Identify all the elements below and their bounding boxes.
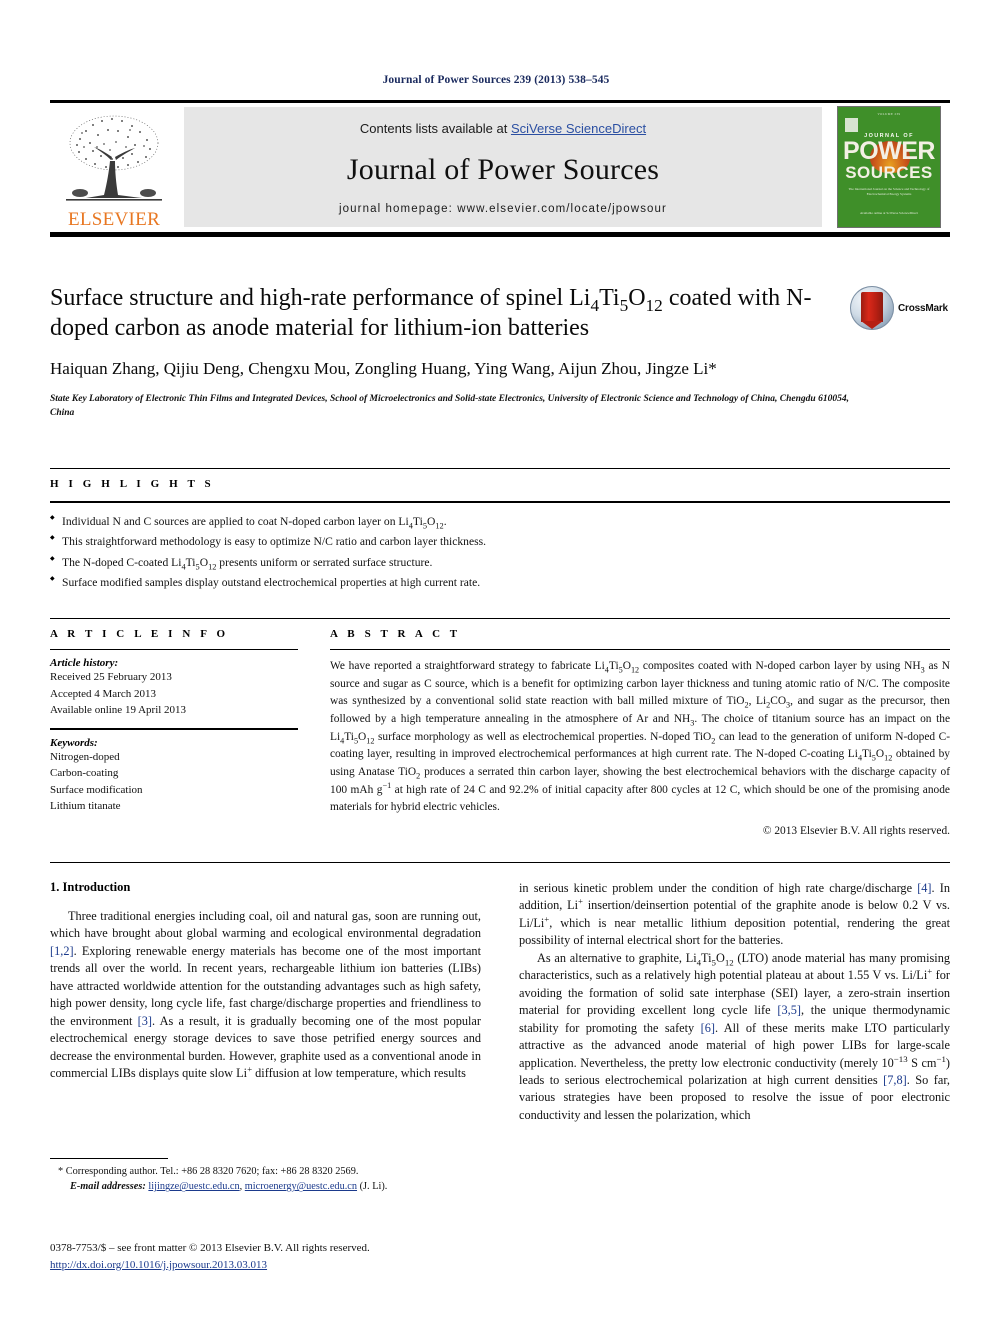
- crossmark-book-icon: [861, 292, 883, 329]
- email-link-primary[interactable]: lijingze@uestc.edu.cn: [148, 1181, 239, 1192]
- title-block: Surface structure and high-rate performa…: [50, 283, 950, 421]
- list-item: Surface modified samples display outstan…: [50, 573, 950, 593]
- section-heading-introduction: 1. Introduction: [50, 880, 131, 894]
- footnote-rule: [50, 1158, 168, 1159]
- paper-page: Journal of Power Sources 239 (2013) 538–…: [0, 0, 992, 1323]
- cover-elsevier-mark-icon: [845, 118, 858, 132]
- journal-title: Journal of Power Sources: [346, 152, 660, 186]
- journal-masthead: ELSEVIER Contents lists available at Sci…: [50, 100, 950, 237]
- masthead-center-panel: Contents lists available at SciVerse Sci…: [184, 107, 822, 227]
- keywords-label: Keywords:: [50, 736, 98, 749]
- cover-footer: Available online at SciVerse ScienceDire…: [859, 210, 919, 215]
- citation-ref[interactable]: [4]: [917, 881, 931, 895]
- article-history-received: Received 25 February 2013: [50, 671, 172, 683]
- doi-link[interactable]: http://dx.doi.org/10.1016/j.jpowsour.201…: [50, 1259, 267, 1271]
- issn-copyright-line: 0378-7753/$ – see front matter © 2013 El…: [50, 1242, 370, 1254]
- body-top-rule: [50, 862, 950, 863]
- contents-prefix: Contents lists available at: [359, 121, 511, 136]
- running-head: Journal of Power Sources 239 (2013) 538–…: [382, 74, 610, 86]
- abstract-text: We have reported a straightforward strat…: [330, 660, 951, 814]
- footnote-block: * Corresponding author. Tel.: +86 28 832…: [50, 1158, 481, 1195]
- imprint-block: 0378-7753/$ – see front matter © 2013 El…: [50, 1240, 570, 1274]
- citation-ref[interactable]: [7,8]: [883, 1073, 907, 1087]
- right-column: in serious kinetic problem under the con…: [519, 880, 950, 1124]
- abstract-rule: [330, 649, 950, 650]
- journal-homepage[interactable]: journal homepage: www.elsevier.com/locat…: [339, 203, 667, 215]
- list-item: Individual N and C sources are applied t…: [50, 512, 950, 532]
- crossmark-icon: [850, 286, 894, 330]
- abstract-section: A B S T R A C T We have reported a strai…: [330, 628, 950, 837]
- citation-ref[interactable]: [3,5]: [777, 1003, 801, 1017]
- elsevier-logo: ELSEVIER: [50, 103, 178, 231]
- body-columns: 1. Introduction Three traditional energi…: [50, 880, 950, 1124]
- keyword-item: Surface modification: [50, 783, 143, 796]
- keyword-item: Lithium titanate: [50, 800, 121, 812]
- affiliation: State Key Laboratory of Electronic Thin …: [50, 394, 849, 419]
- highlights-heading: H I G H L I G H T S: [50, 478, 215, 490]
- page-title: Surface structure and high-rate performa…: [50, 285, 812, 342]
- paragraph: As an alternative to graphite, Li4Ti5O12…: [519, 950, 951, 1122]
- author-list: Haiquan Zhang, Qijiu Deng, Chengxu Mou, …: [50, 358, 717, 378]
- citation-ref[interactable]: [6]: [701, 1021, 715, 1035]
- highlights-rule: [50, 501, 950, 503]
- corresponding-author-note: * Corresponding author. Tel.: +86 28 832…: [58, 1166, 359, 1177]
- article-info-rule-1: [50, 649, 298, 650]
- paragraph: in serious kinetic problem under the con…: [519, 881, 950, 948]
- highlights-list: Individual N and C sources are applied t…: [50, 512, 950, 593]
- cover-issue-bar: VOLUME 239: [877, 112, 901, 116]
- article-info-rule-2: [50, 727, 298, 730]
- citation-ref[interactable]: [1,2]: [50, 944, 74, 958]
- contents-available-line: Contents lists available at SciVerse Sci…: [360, 121, 646, 136]
- cover-power-word: POWER: [843, 137, 935, 165]
- article-info-section: A R T I C L E I N F O Article history: R…: [50, 628, 298, 815]
- citation-ref[interactable]: [3]: [138, 1014, 152, 1028]
- keyword-item: Nitrogen-doped: [50, 750, 120, 763]
- journal-cover: VOLUME 239 JOURNAL OF POWER SOURCES The …: [828, 103, 950, 231]
- crossmark-badge-group[interactable]: CrossMark: [850, 284, 950, 332]
- masthead-bottom-rule: [50, 232, 950, 237]
- article-history-online: Available online 19 April 2013: [50, 704, 187, 716]
- crossmark-label: CrossMark: [898, 302, 948, 314]
- email-label: E-mail addresses:: [70, 1181, 146, 1193]
- email-suffix: (J. Li).: [357, 1181, 388, 1193]
- abstract-copyright: © 2013 Elsevier B.V. All rights reserved…: [762, 825, 950, 838]
- list-item: This straightforward methodology is easy…: [50, 532, 950, 552]
- list-item: The N-doped C-coated Li4Ti5O12 presents …: [50, 553, 950, 573]
- cover-sources-word: SOURCES: [845, 163, 933, 182]
- paragraph: Three traditional energies including coa…: [50, 909, 481, 1081]
- article-history-label: Article history:: [50, 657, 119, 669]
- keyword-item: Carbon-coating: [50, 767, 119, 779]
- article-history-accepted: Accepted 4 March 2013: [50, 687, 156, 700]
- left-column: 1. Introduction Three traditional energi…: [50, 880, 481, 1124]
- email-note: E-mail addresses: lijingze@uestc.edu.cn,…: [50, 1179, 481, 1194]
- highlights-section: H I G H L I G H T S Individual N and C s…: [50, 478, 950, 593]
- article-info-heading: A R T I C L E I N F O: [50, 628, 229, 640]
- cover-blurb: The International Journal on the Science…: [848, 187, 930, 197]
- elsevier-tree-icon: [60, 113, 168, 209]
- elsevier-wordmark: ELSEVIER: [67, 209, 161, 230]
- highlights-top-rule: [50, 468, 950, 469]
- abstract-heading: A B S T R A C T: [330, 628, 461, 640]
- masthead-body: ELSEVIER Contents lists available at Sci…: [50, 103, 950, 231]
- articleinfo-top-rule: [50, 618, 950, 619]
- journal-cover-image: VOLUME 239 JOURNAL OF POWER SOURCES The …: [837, 106, 941, 228]
- sciencedirect-link[interactable]: SciVerse ScienceDirect: [511, 121, 646, 136]
- email-link-secondary[interactable]: microenergy@uestc.edu.cn: [245, 1181, 357, 1192]
